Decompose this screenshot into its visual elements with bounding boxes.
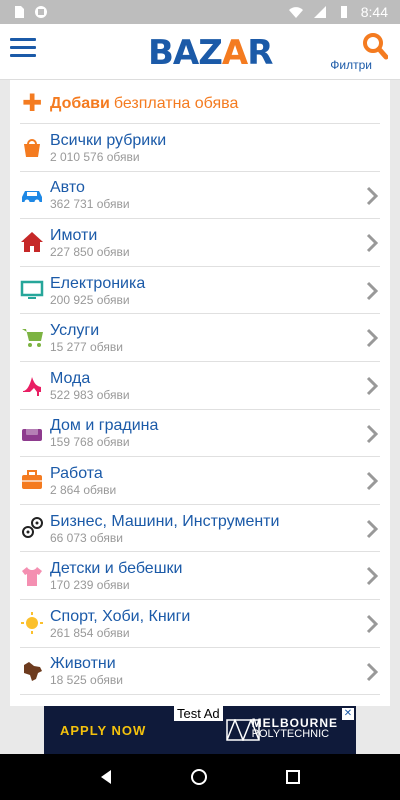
category-count: 200 925 обяви: [50, 292, 130, 307]
shopping-bag-icon: [20, 135, 44, 159]
plus-icon: ✚: [22, 89, 43, 117]
chevron-right-icon: [366, 662, 378, 681]
signal-icon: [313, 6, 326, 18]
chevron-right-icon: [366, 186, 378, 205]
system-nav-bar: [0, 754, 400, 800]
chevron-right-icon: [366, 519, 378, 538]
category-count: 261 854 обяви: [50, 625, 130, 640]
ad-banner[interactable]: APPLY NOW Test Ad MELBOURNE POLYTECHNIC …: [44, 706, 356, 754]
house-icon: [20, 230, 44, 254]
category-row[interactable]: Електроника 200 925 обяви: [20, 267, 380, 315]
category-name: Работа: [50, 464, 103, 482]
chevron-right-icon: [366, 614, 378, 633]
battery-icon: [340, 6, 347, 18]
category-row[interactable]: Имоти 227 850 обяви: [20, 219, 380, 267]
category-name: Имоти: [50, 226, 98, 244]
chevron-right-icon: [366, 424, 378, 443]
status-bar: 8:44: [0, 0, 400, 24]
category-row[interactable]: Услуги 15 277 обяви: [20, 314, 380, 362]
monitor-icon: [20, 278, 44, 302]
category-row[interactable]: Авто 362 731 обяви: [20, 172, 380, 220]
category-name: Животни: [50, 655, 116, 673]
cart-icon: [20, 326, 44, 350]
add-listing-text: безплатна обява: [113, 94, 239, 112]
category-count: 18 525 обяви: [50, 673, 123, 688]
wifi-icon: [288, 7, 303, 18]
tshirt-icon: [20, 564, 44, 588]
dog-icon: [20, 659, 44, 683]
sun-icon: [20, 611, 44, 635]
add-listing-bold: Добави: [50, 94, 110, 112]
chevron-right-icon: [366, 567, 378, 586]
category-name: Авто: [50, 179, 85, 197]
category-name: Бизнес, Машини, Инструменти: [50, 512, 280, 530]
chevron-right-icon: [366, 234, 378, 253]
filters-button[interactable]: Филтри: [328, 32, 388, 72]
car-icon: [20, 183, 44, 207]
home-icon[interactable]: [190, 768, 208, 786]
menu-icon[interactable]: [10, 38, 36, 60]
chevron-right-icon: [366, 329, 378, 348]
ad-close-icon[interactable]: ✕: [342, 708, 354, 720]
app-bar: BAZ A R Филтри: [0, 24, 400, 80]
category-name: Услуги: [50, 322, 100, 340]
chevron-right-icon: [366, 376, 378, 396]
category-count: 15 277 обяви: [50, 340, 123, 355]
high-heel-icon: [20, 373, 44, 397]
gears-icon: [20, 516, 44, 540]
bazar-logo[interactable]: BAZ A R: [148, 32, 273, 74]
category-row[interactable]: Бизнес, Машини, Инструменти 66 073 обяви: [20, 505, 380, 553]
search-icon: [363, 33, 388, 60]
recents-icon[interactable]: [285, 769, 301, 785]
category-count: 159 768 обяви: [50, 435, 130, 450]
category-count: 227 850 обяви: [50, 244, 130, 259]
category-name: Дом и градина: [50, 417, 159, 435]
category-count: 522 983 обяви: [50, 387, 130, 402]
chevron-right-icon: [366, 472, 378, 491]
chevron-right-icon: [366, 281, 378, 300]
notification-icon: [35, 6, 47, 18]
category-list: Всички рубрики 2 010 576 обяви Авто 362 731…: [10, 124, 390, 696]
category-name: Електроника: [50, 274, 146, 292]
ad-cta[interactable]: APPLY NOW: [60, 723, 146, 738]
filters-label: Филтри: [330, 58, 372, 72]
category-row[interactable]: Животни 18 525 обяви: [20, 648, 380, 696]
category-name: Всички рубрики: [50, 131, 167, 149]
ad-test-label: Test Ad: [174, 706, 223, 721]
category-count: 2 864 обяви: [50, 482, 117, 497]
back-icon[interactable]: [99, 769, 113, 785]
category-count: 170 239 обяви: [50, 578, 130, 593]
category-name: Спорт, Хоби, Книги: [50, 607, 191, 625]
add-listing-button[interactable]: ✚ Добави безплатна обява: [20, 80, 380, 124]
ad-brand: MELBOURNE POLYTECHNIC: [251, 716, 338, 740]
categories-card: ✚ Добави безплатна обява Всички рубрики 2…: [10, 80, 390, 706]
category-row[interactable]: Дом и градина 159 768 обяви: [20, 410, 380, 458]
sofa-icon: [20, 421, 44, 445]
category-row[interactable]: Спорт, Хоби, Книги 261 854 обяви: [20, 600, 380, 648]
category-row[interactable]: Детски и бебешки 170 239 обяви: [20, 552, 380, 600]
category-name: Мода: [50, 369, 91, 387]
category-row[interactable]: Мода 522 983 обяви: [20, 362, 380, 410]
sd-card-icon: [15, 6, 24, 18]
status-time: 8:44: [360, 4, 388, 20]
category-count: 66 073 обяви: [50, 530, 123, 545]
briefcase-icon: [20, 468, 44, 492]
category-count: 362 731 обяви: [50, 197, 130, 212]
category-row[interactable]: Работа 2 864 обяви: [20, 457, 380, 505]
category-row[interactable]: Всички рубрики 2 010 576 обяви: [20, 124, 380, 172]
category-name: Детски и бебешки: [50, 560, 183, 578]
category-count: 2 010 576 обяви: [50, 149, 140, 164]
